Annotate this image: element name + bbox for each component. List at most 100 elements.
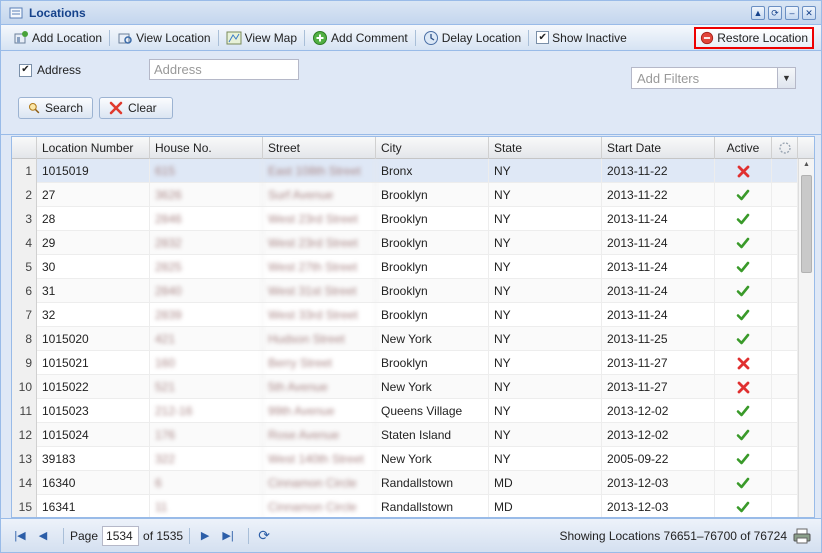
active-check-icon — [715, 207, 772, 231]
column-header-active[interactable]: Active — [715, 137, 772, 159]
table-row[interactable]: 1 1015019 615 East 108th Street Bronx NY 2013-… — [12, 159, 814, 183]
cell-location-number: 1015021 — [37, 351, 150, 375]
add-filters-combo[interactable]: Add Filters ▼ — [631, 67, 796, 89]
column-header-state[interactable]: State — [489, 137, 602, 159]
add-location-button[interactable]: Add Location — [9, 28, 106, 48]
cell-street: West 33rd Street — [263, 303, 376, 327]
refresh-icon[interactable]: ⟳ — [255, 527, 273, 545]
scroll-up-icon[interactable]: ▲ — [803, 161, 810, 168]
cell-state: NY — [489, 159, 602, 183]
active-check-icon — [715, 447, 772, 471]
clear-icon — [109, 101, 123, 115]
table-row[interactable]: 15 16341 11 Cinnamon Circle Randallstown MD 20… — [12, 495, 814, 517]
cell-state: NY — [489, 423, 602, 447]
row-spacer — [772, 183, 798, 207]
cell-state: NY — [489, 207, 602, 231]
table-row[interactable]: 10 1015022 521 5th Avenue New York NY 2013-11-… — [12, 375, 814, 399]
address-filter-toggle[interactable]: ✔ Address — [19, 63, 81, 77]
cell-start-date: 2013-12-03 — [602, 495, 715, 517]
row-number: 11 — [12, 399, 37, 423]
delay-location-button[interactable]: Delay Location — [419, 28, 525, 48]
search-button[interactable]: Search — [18, 97, 93, 119]
show-inactive-checkbox[interactable]: ✔ — [536, 31, 550, 44]
collapse-up-icon[interactable]: ▲ — [751, 6, 765, 20]
last-page-icon[interactable]: ▶| — [219, 527, 237, 545]
close-icon[interactable]: ✕ — [802, 6, 816, 20]
cell-street: Hudson Street — [263, 327, 376, 351]
next-page-icon[interactable]: ▶ — [196, 527, 214, 545]
active-check-icon — [715, 231, 772, 255]
row-spacer — [772, 471, 798, 495]
scrollbar-thumb[interactable] — [801, 175, 812, 273]
column-header-street[interactable]: Street — [263, 137, 376, 159]
column-header-location-number[interactable]: Location Number — [37, 137, 150, 159]
cell-state: MD — [489, 495, 602, 517]
paging-toolbar: |◀ ◀ Page 1534 of 1535 ▶ ▶| ⟳ Showing Lo… — [1, 518, 821, 552]
address-input[interactable]: Address — [149, 59, 299, 80]
inactive-cross-icon — [715, 159, 772, 183]
cell-start-date: 2013-11-22 — [602, 159, 715, 183]
table-row[interactable]: 2 27 3626 Surf Avenue Brooklyn NY 2013-11-22 — [12, 183, 814, 207]
vertical-scrollbar[interactable]: ▲ — [798, 159, 814, 517]
cell-city: New York — [376, 375, 489, 399]
toolbar: Add Location View Location View Map Add … — [1, 25, 821, 51]
pager-separator — [63, 527, 64, 544]
view-map-button[interactable]: View Map — [222, 28, 301, 48]
restore-location-button[interactable]: Restore Location — [694, 27, 814, 49]
cell-house-no: 2825 — [150, 255, 263, 279]
view-location-button[interactable]: View Location — [113, 28, 215, 48]
table-row[interactable]: 14 16340 6 Cinnamon Circle Randallstown MD 201… — [12, 471, 814, 495]
cell-start-date: 2013-11-22 — [602, 183, 715, 207]
prev-page-icon[interactable]: ◀ — [34, 527, 52, 545]
cell-city: Brooklyn — [376, 303, 489, 327]
table-row[interactable]: 7 32 2839 West 33rd Street Brooklyn NY 2013-11… — [12, 303, 814, 327]
add-comment-button[interactable]: Add Comment — [308, 28, 412, 48]
table-row[interactable]: 12 1015024 176 Rose Avenue Staten Island NY 20… — [12, 423, 814, 447]
cell-house-no: 212-16 — [150, 399, 263, 423]
cell-street: West 23rd Street — [263, 231, 376, 255]
cell-house-no: 421 — [150, 327, 263, 351]
first-page-icon[interactable]: |◀ — [11, 527, 29, 545]
page-number-input[interactable]: 1534 — [102, 525, 140, 546]
column-chooser[interactable] — [772, 137, 798, 159]
row-number: 13 — [12, 447, 37, 471]
table-row[interactable]: 3 28 2846 West 23rd Street Brooklyn NY 2013-11… — [12, 207, 814, 231]
cell-house-no: 521 — [150, 375, 263, 399]
active-check-icon — [715, 303, 772, 327]
table-row[interactable]: 6 31 2840 West 31st Street Brooklyn NY 2013-11… — [12, 279, 814, 303]
cell-state: NY — [489, 327, 602, 351]
clear-button[interactable]: Clear — [99, 97, 173, 119]
column-header-start-date[interactable]: Start Date — [602, 137, 715, 159]
table-row[interactable]: 9 1015021 160 Berry Street Brooklyn NY 2013-11… — [12, 351, 814, 375]
rownumber-header — [12, 137, 37, 159]
table-row[interactable]: 11 1015023 212-16 99th Avenue Queens Village… — [12, 399, 814, 423]
table-row[interactable]: 4 29 2832 West 23rd Street Brooklyn NY 2013-11… — [12, 231, 814, 255]
table-row[interactable]: 8 1015020 421 Hudson Street New York NY 2013-1… — [12, 327, 814, 351]
cell-location-number: 30 — [37, 255, 150, 279]
cell-street: East 108th Street — [263, 159, 376, 183]
cell-city: Staten Island — [376, 423, 489, 447]
clear-button-label: Clear — [128, 101, 157, 115]
show-inactive-toggle[interactable]: ✔ Show Inactive — [532, 28, 631, 48]
toolbar-separator — [414, 29, 416, 46]
cell-street: West 27th Street — [263, 255, 376, 279]
chevron-down-icon[interactable]: ▼ — [777, 68, 795, 88]
column-header-city[interactable]: City — [376, 137, 489, 159]
printer-icon[interactable] — [793, 527, 811, 545]
show-inactive-label: Show Inactive — [552, 30, 627, 45]
table-row[interactable]: 5 30 2825 West 27th Street Brooklyn NY 2013-11… — [12, 255, 814, 279]
page-count: of 1535 — [143, 528, 184, 543]
grid-body: 1 1015019 615 East 108th Street Bronx NY 2013-… — [12, 159, 814, 517]
cell-location-number: 1015022 — [37, 375, 150, 399]
delay-location-label: Delay Location — [441, 30, 522, 45]
column-header-house-no[interactable]: House No. — [150, 137, 263, 159]
refresh-tool-icon[interactable]: ⟳ — [768, 6, 782, 20]
toolbar-separator — [217, 29, 219, 46]
cell-street: Cinnamon Circle — [263, 471, 376, 495]
row-number: 10 — [12, 375, 37, 399]
minimize-icon[interactable]: – — [785, 6, 799, 20]
table-row[interactable]: 13 39183 322 West 140th Street New York NY 200… — [12, 447, 814, 471]
address-checkbox[interactable]: ✔ — [19, 63, 32, 77]
cell-location-number: 31 — [37, 279, 150, 303]
cell-location-number: 28 — [37, 207, 150, 231]
